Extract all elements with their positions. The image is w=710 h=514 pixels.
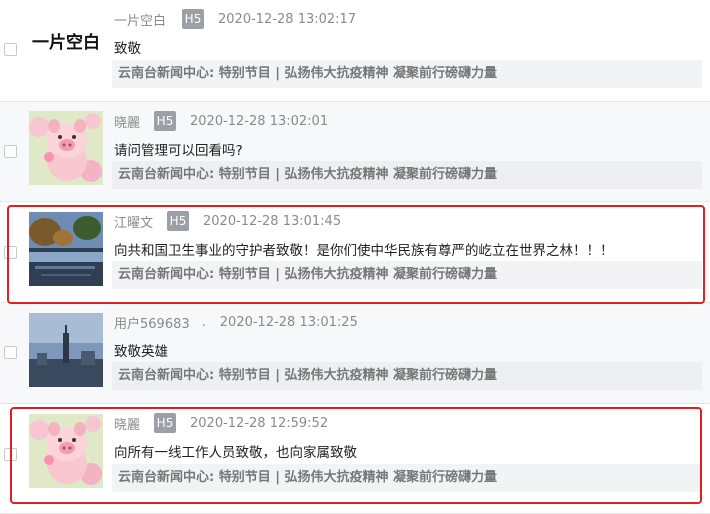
comment-meta: 用户569683 . 2020-12-28 13:01:25 — [114, 311, 358, 333]
comment-meta: 一片空白 H5 2020-12-28 13:02:17 — [114, 8, 356, 30]
h5-badge: H5 — [182, 9, 205, 29]
row-checkbox[interactable] — [4, 246, 17, 259]
comment-meta: 晓麗 H5 2020-12-28 12:59:52 — [114, 412, 328, 434]
comment-row: 晓麗 H5 2020-12-28 13:02:01 请问管理可以回看吗? 云南台… — [0, 102, 710, 202]
comment-text: 致敬 — [114, 41, 141, 57]
comment-row: 用户569683 . 2020-12-28 13:01:25 致敬英雄 云南台新… — [0, 303, 710, 404]
username[interactable]: 一片空白 — [114, 10, 166, 29]
row-checkbox[interactable] — [4, 145, 17, 158]
source-program-link[interactable]: 云南台新闻中心: 特别节目 | 弘扬伟大抗疫精神 凝聚前行磅礴力量 — [112, 60, 702, 88]
avatar[interactable]: 一片空白 — [29, 6, 103, 80]
separator-dot: . — [201, 314, 206, 330]
username[interactable]: 用户569683 — [114, 313, 190, 332]
calligraphy-avatar-image: 一片空白 — [29, 6, 103, 80]
pig-avatar-image — [29, 414, 103, 488]
h5-badge: H5 — [154, 413, 177, 433]
source-program-link[interactable]: 云南台新闻中心: 特别节目 | 弘扬伟大抗疫精神 凝聚前行磅礴力量 — [112, 261, 702, 289]
timestamp: 2020-12-28 13:02:17 — [218, 11, 357, 27]
lake-avatar-image — [29, 212, 103, 286]
h5-badge: H5 — [167, 211, 190, 231]
comment-list: 一片空白 一片空白 H5 2020-12-28 13:02:17 致敬 云南台新… — [0, 0, 710, 514]
avatar[interactable] — [29, 212, 103, 286]
comment-text: 向共和国卫生事业的守护者致敬！是你们使中华民族有尊严的屹立在世界之林！！！ — [114, 243, 614, 259]
avatar[interactable] — [29, 111, 103, 185]
source-program-link[interactable]: 云南台新闻中心: 特别节目 | 弘扬伟大抗疫精神 凝聚前行磅礴力量 — [112, 161, 702, 189]
h5-badge: H5 — [154, 111, 177, 131]
comment-meta: 晓麗 H5 2020-12-28 13:02:01 — [114, 110, 328, 132]
comment-row: 江曜文 H5 2020-12-28 13:01:45 向共和国卫生事业的守护者致… — [0, 202, 710, 303]
comment-text: 向所有一线工作人员致敬，也向家属致敬 — [114, 445, 357, 461]
username[interactable]: 江曜文 — [114, 212, 153, 231]
calligraphy-logo-text: 一片空白 — [32, 32, 100, 53]
source-program-link[interactable]: 云南台新闻中心: 特别节目 | 弘扬伟大抗疫精神 凝聚前行磅礴力量 — [112, 464, 702, 492]
timestamp: 2020-12-28 12:59:52 — [190, 415, 329, 431]
comment-text: 请问管理可以回看吗? — [114, 143, 243, 159]
comment-text: 致敬英雄 — [114, 344, 168, 360]
timestamp: 2020-12-28 13:02:01 — [190, 113, 329, 129]
row-checkbox[interactable] — [4, 448, 17, 461]
timestamp: 2020-12-28 13:01:45 — [203, 213, 342, 229]
row-checkbox[interactable] — [4, 43, 17, 56]
avatar[interactable] — [29, 414, 103, 488]
comment-row: 一片空白 一片空白 H5 2020-12-28 13:02:17 致敬 云南台新… — [0, 0, 710, 102]
username[interactable]: 晓麗 — [114, 414, 140, 433]
pig-avatar-image — [29, 111, 103, 185]
username[interactable]: 晓麗 — [114, 112, 140, 131]
source-program-link[interactable]: 云南台新闻中心: 特别节目 | 弘扬伟大抗疫精神 凝聚前行磅礴力量 — [112, 362, 702, 390]
row-checkbox[interactable] — [4, 346, 17, 359]
avatar[interactable] — [29, 313, 103, 387]
comment-meta: 江曜文 H5 2020-12-28 13:01:45 — [114, 210, 341, 232]
comment-row: 晓麗 H5 2020-12-28 12:59:52 向所有一线工作人员致敬，也向… — [0, 404, 710, 514]
skyline-avatar-image — [29, 313, 103, 387]
timestamp: 2020-12-28 13:01:25 — [219, 314, 358, 330]
